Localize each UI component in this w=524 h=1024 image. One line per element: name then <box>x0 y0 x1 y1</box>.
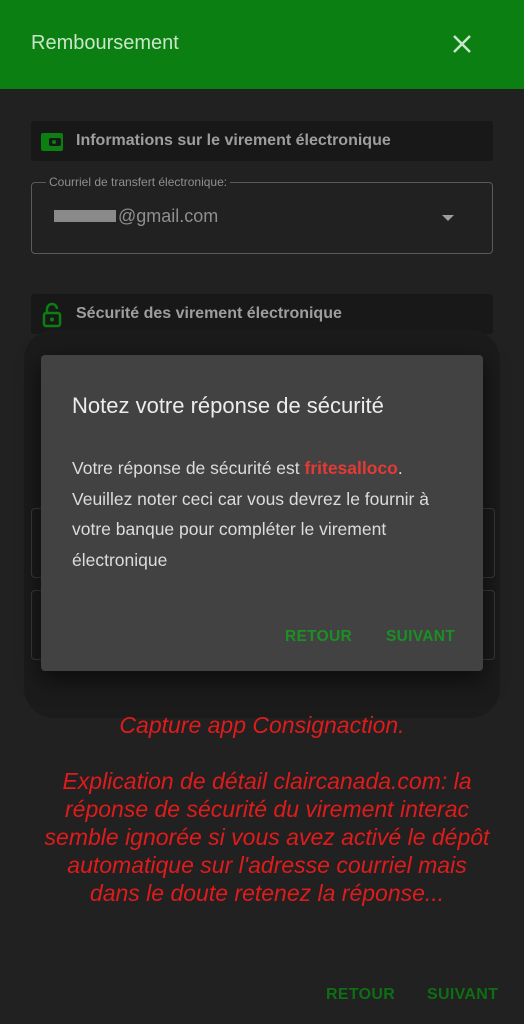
close-button[interactable] <box>444 26 480 62</box>
page-title: Remboursement <box>31 32 179 54</box>
footer-next-button[interactable]: SUIVANT <box>427 986 498 1004</box>
annotation-explanation: Explication de détail claircanada.com: l… <box>44 768 490 906</box>
dialog-title: Notez votre réponse de sécurité <box>72 393 384 418</box>
redacted-email-prefix <box>54 210 116 222</box>
dialog-body-prefix: Votre réponse de sécurité est <box>72 458 305 478</box>
dialog-body: Votre réponse de sécurité est fritesallo… <box>72 453 462 575</box>
email-field-value: @gmail.com <box>118 206 219 226</box>
footer-back-button[interactable]: RETOUR <box>326 986 395 1004</box>
security-answer: fritesalloco <box>304 458 398 478</box>
transfer-info-header: Informations sur le virement électroniqu… <box>31 121 493 161</box>
transfer-info-title: Informations sur le virement électroniqu… <box>76 132 391 149</box>
app-bar: Remboursement <box>0 0 524 89</box>
security-answer-dialog: Notez votre réponse de sécurité Votre ré… <box>41 355 483 671</box>
security-title: Sécurité des virement électronique <box>76 305 342 322</box>
annotation-caption: Capture app Consignaction. <box>119 712 405 738</box>
dialog-next-button[interactable]: SUIVANT <box>386 628 455 646</box>
dropdown-arrow-icon[interactable] <box>442 215 454 221</box>
dialog-back-button[interactable]: RETOUR <box>285 628 352 646</box>
wallet-icon <box>41 133 63 151</box>
security-header: Sécurité des virement électronique <box>31 294 493 334</box>
close-icon <box>453 35 471 53</box>
email-select-field[interactable]: Courriel de transfert électronique: @gma… <box>31 175 493 254</box>
email-field-label: Courriel de transfert électronique: <box>46 175 231 189</box>
unlock-icon <box>42 302 62 328</box>
